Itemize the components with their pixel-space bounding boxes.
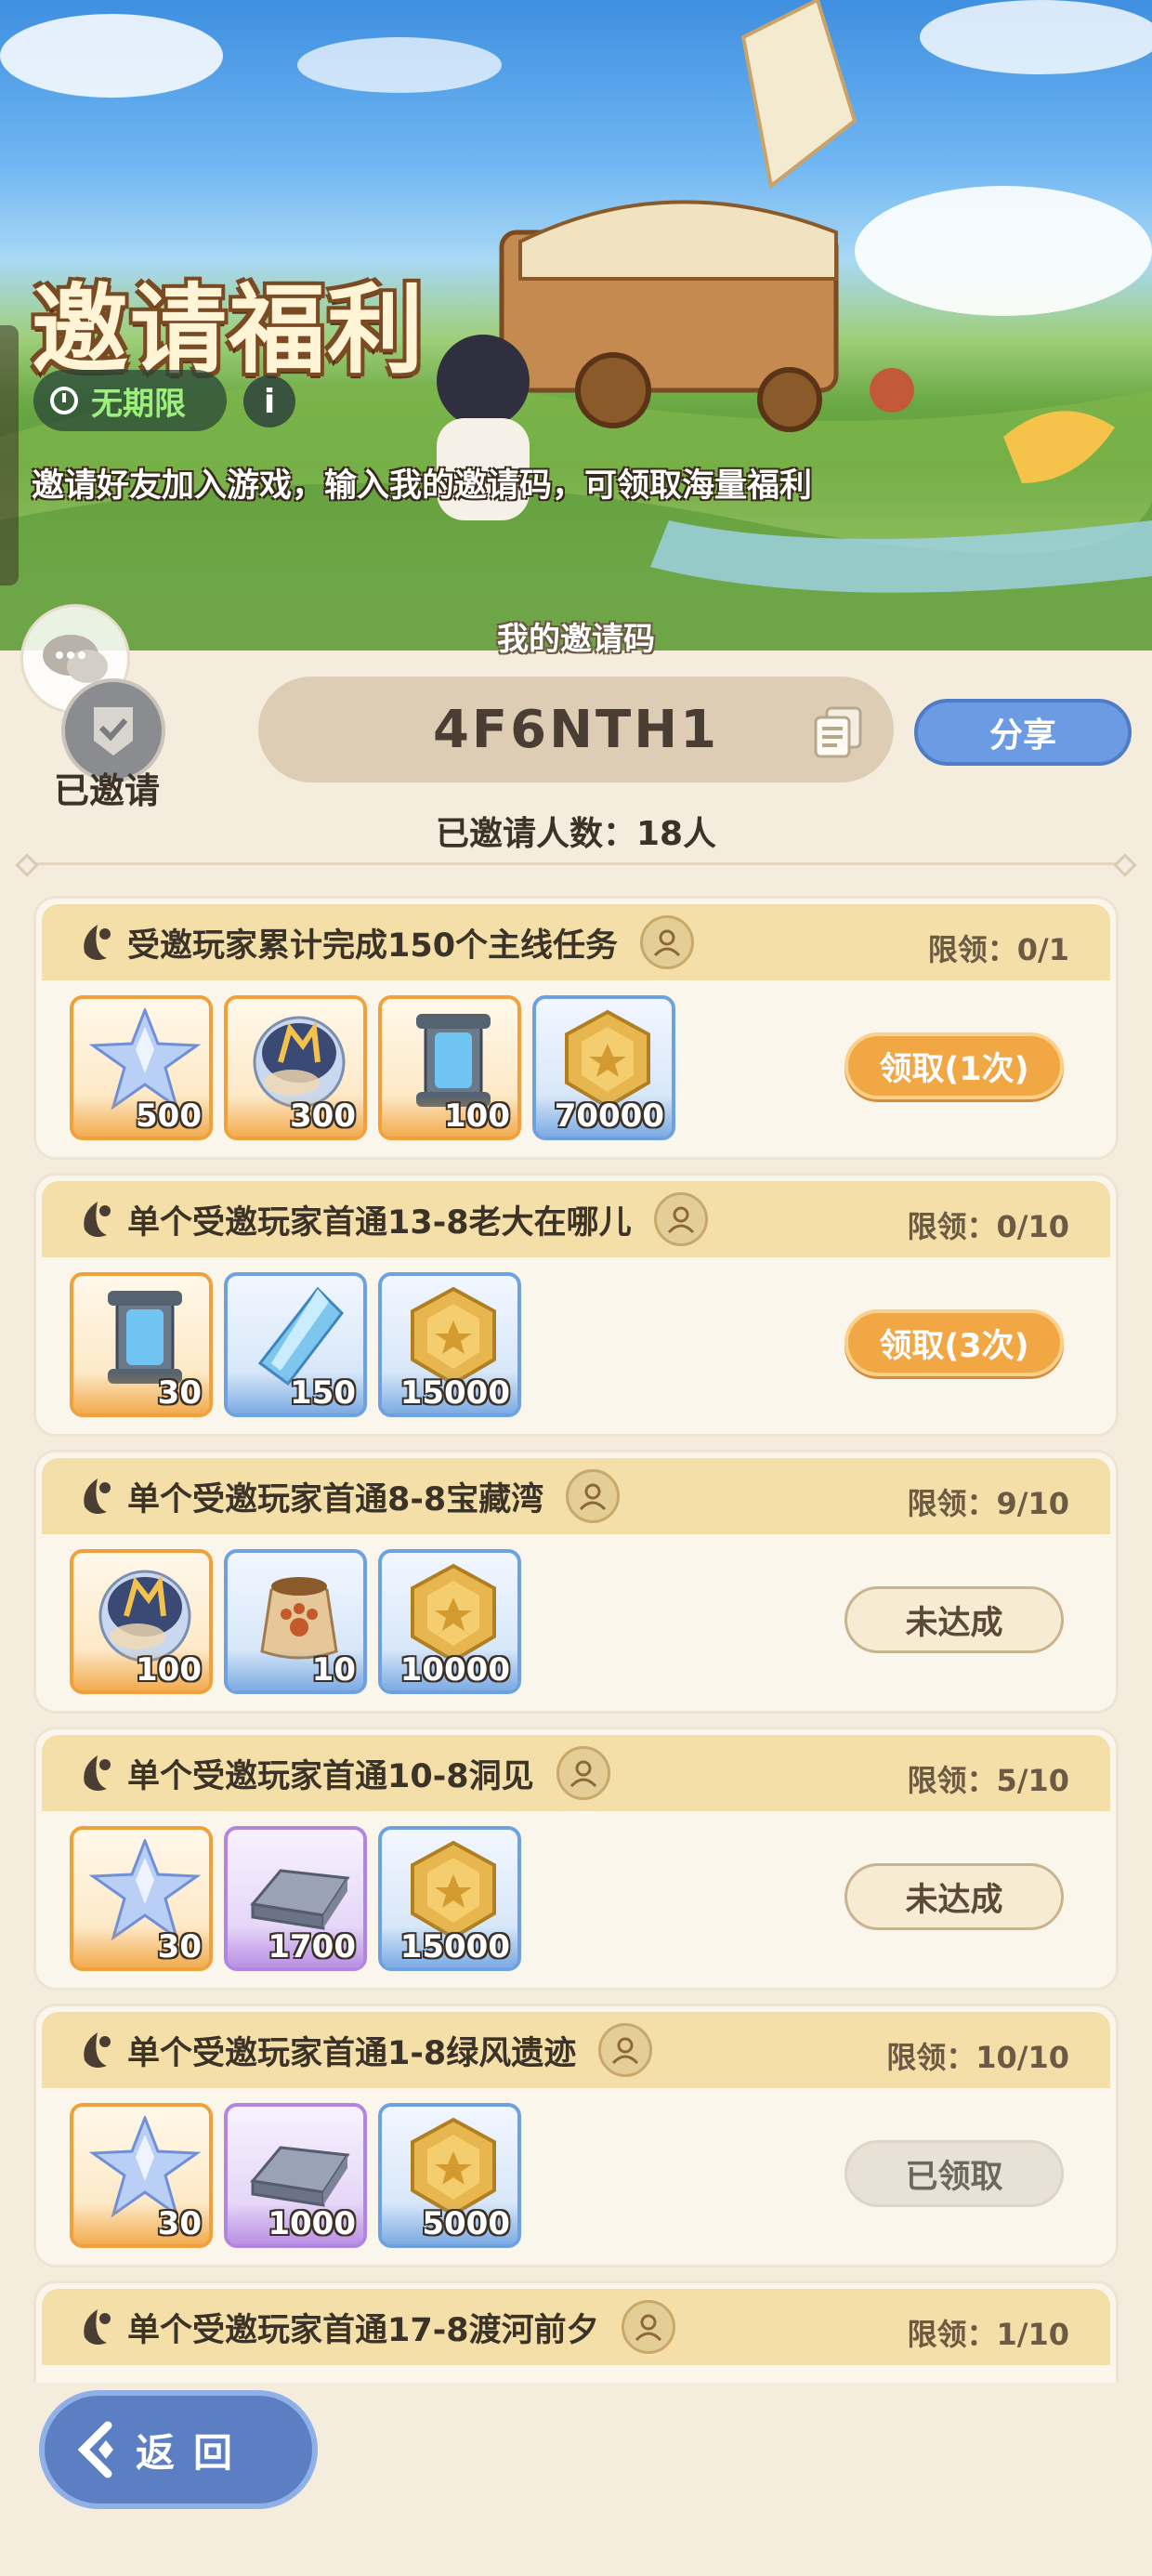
side-drawer-handle[interactable] (0, 325, 19, 585)
task-card: 单个受邀玩家首通10-8洞见 限领：5/10 30 1700 15000 未达成 (33, 1727, 1119, 1991)
task-card: 受邀玩家累计完成150个主线任务 限领：0/1 500 300 100 7000… (33, 896, 1119, 1160)
reward-row: 30 150 15000 (70, 1272, 521, 1417)
person-icon[interactable] (598, 2023, 653, 2077)
person-icon[interactable] (653, 1192, 708, 1246)
reward-amount: 150 (290, 1374, 356, 1412)
person-icon[interactable] (566, 1469, 621, 1523)
claim-limit: 限领：0/10 (907, 1209, 1070, 1244)
reward-amount: 15000 (399, 1928, 510, 1965)
claimed-button[interactable]: 已领取 (844, 2140, 1064, 2207)
moon-leaf-icon (84, 925, 111, 960)
reward-amount: 10 (311, 1651, 356, 1689)
reward-row: 500 300 100 70000 (70, 995, 675, 1140)
reward-amount: 30 (157, 1928, 202, 1965)
claim-limit: 限领：0/1 (927, 932, 1069, 967)
task-card: 单个受邀玩家首通13-8老大在哪儿 限领：0/10 30 150 15000 领… (33, 1173, 1119, 1437)
reward-item[interactable]: 30 (70, 2103, 213, 2248)
info-icon[interactable]: i (243, 375, 295, 427)
reward-amount: 15000 (399, 1374, 510, 1412)
task-list[interactable]: 受邀玩家累计完成150个主线任务 限领：0/1 500 300 100 7000… (33, 896, 1119, 2383)
reward-item[interactable]: 1700 (224, 1826, 367, 1971)
claim-limit: 限领：9/10 (907, 1486, 1070, 1521)
not-reached-button[interactable]: 未达成 (844, 1863, 1064, 1930)
task-card: 单个受邀玩家首通8-8宝藏湾 限领：9/10 100 10 10000 未达成 (33, 1450, 1119, 1714)
task-name: 受邀玩家累计完成150个主线任务 (127, 927, 619, 965)
task-name: 单个受邀玩家首通8-8宝藏湾 (127, 1480, 544, 1518)
moon-leaf-icon (84, 1202, 111, 1237)
invited-label: 已邀请 (54, 770, 161, 811)
invited-count: 已邀请人数：18人 (435, 815, 717, 853)
reward-item[interactable]: 1000 (224, 2103, 367, 2248)
reward-amount: 100 (444, 1097, 510, 1135)
moon-leaf-icon (84, 1479, 111, 1514)
reward-amount: 300 (290, 1097, 356, 1135)
banner-subtitle: 邀请好友加入游戏，输入我的邀请码，可领取海量福利 (32, 467, 813, 505)
reward-item[interactable]: 500 (70, 995, 213, 1140)
claim-limit: 限领：10/10 (886, 2040, 1069, 2075)
duration-badge: 无期限 (33, 370, 227, 431)
copy-icon[interactable] (814, 706, 862, 758)
task-name: 单个受邀玩家首通13-8老大在哪儿 (127, 1203, 632, 1242)
reward-amount: 30 (157, 1374, 202, 1412)
back-label: 返回 (136, 2429, 252, 2476)
section-divider (22, 862, 1130, 865)
reward-item[interactable]: 150 (224, 1272, 367, 1417)
task-header: 单个受邀玩家首通1-8绿风遗迹 限领：10/10 (42, 2012, 1110, 2088)
task-card: 单个受邀玩家首通17-8渡河前夕 限领：1/10 (33, 2280, 1119, 2383)
moon-leaf-icon (84, 2309, 111, 2345)
reward-item[interactable]: 100 (378, 995, 521, 1140)
person-icon[interactable] (640, 915, 695, 969)
reward-amount: 100 (136, 1651, 202, 1689)
moon-leaf-icon (84, 1755, 111, 1791)
invite-code: 4F6NTH1 (432, 699, 720, 760)
task-header: 单个受邀玩家首通10-8洞见 限领：5/10 (42, 1735, 1110, 1811)
task-header: 受邀玩家累计完成150个主线任务 限领：0/1 (42, 904, 1110, 980)
reward-amount: 70000 (554, 1097, 664, 1135)
reward-row: 100 10 10000 (70, 1549, 521, 1694)
reward-item[interactable]: 70000 (532, 995, 675, 1140)
claim-limit: 限领：1/10 (907, 2317, 1070, 2352)
task-name: 单个受邀玩家首通10-8洞见 (127, 1757, 534, 1795)
person-icon[interactable] (621, 2300, 675, 2354)
reward-item[interactable]: 10000 (378, 1549, 521, 1694)
task-header: 单个受邀玩家首通17-8渡河前夕 限领：1/10 (42, 2289, 1110, 2365)
not-reached-button[interactable]: 未达成 (844, 1586, 1064, 1653)
checkmark-badge-icon (94, 707, 133, 756)
reward-amount: 30 (157, 2205, 202, 2242)
task-header: 单个受邀玩家首通13-8老大在哪儿 限领：0/10 (42, 1181, 1110, 1257)
claim-limit: 限领：5/10 (907, 1763, 1070, 1798)
reward-item[interactable]: 15000 (378, 1826, 521, 1971)
duration-label: 无期限 (91, 385, 186, 423)
hero-banner: 邀请福利 无期限 i 邀请好友加入游戏，输入我的邀请码，可领取海量福利 (0, 0, 1152, 651)
reward-amount: 1700 (268, 1928, 356, 1965)
back-arrow-icon (77, 2421, 113, 2478)
reward-item[interactable]: 15000 (378, 1272, 521, 1417)
invite-code-title: 我的邀请码 (497, 621, 655, 658)
clock-icon (50, 387, 78, 414)
reward-amount: 5000 (422, 2205, 510, 2242)
invite-code-box[interactable]: 4F6NTH1 (258, 677, 894, 782)
reward-amount: 500 (136, 1097, 202, 1135)
reward-item[interactable]: 300 (224, 995, 367, 1140)
reward-amount: 1000 (268, 2205, 356, 2242)
task-name: 单个受邀玩家首通1-8绿风遗迹 (127, 2034, 577, 2072)
reward-row: 30 1700 15000 (70, 1826, 521, 1971)
share-button[interactable]: 分享 (914, 699, 1132, 766)
reward-item[interactable]: 30 (70, 1272, 213, 1417)
reward-amount: 10000 (399, 1651, 510, 1689)
reward-item[interactable]: 100 (70, 1549, 213, 1694)
person-icon[interactable] (556, 1746, 610, 1800)
moon-leaf-icon (84, 2032, 111, 2068)
claim-button[interactable]: 领取(3次) (844, 1309, 1064, 1376)
task-name: 单个受邀玩家首通17-8渡河前夕 (127, 2311, 599, 2349)
reward-row: 30 1000 5000 (70, 2103, 521, 2248)
reward-item[interactable]: 10 (224, 1549, 367, 1694)
reward-item[interactable]: 30 (70, 1826, 213, 1971)
task-card: 单个受邀玩家首通1-8绿风遗迹 限领：10/10 30 1000 5000 已领… (33, 2004, 1119, 2267)
back-button[interactable]: 返回 (39, 2390, 318, 2509)
task-header: 单个受邀玩家首通8-8宝藏湾 限领：9/10 (42, 1458, 1110, 1534)
claim-button[interactable]: 领取(1次) (844, 1032, 1064, 1099)
reward-item[interactable]: 5000 (378, 2103, 521, 2248)
